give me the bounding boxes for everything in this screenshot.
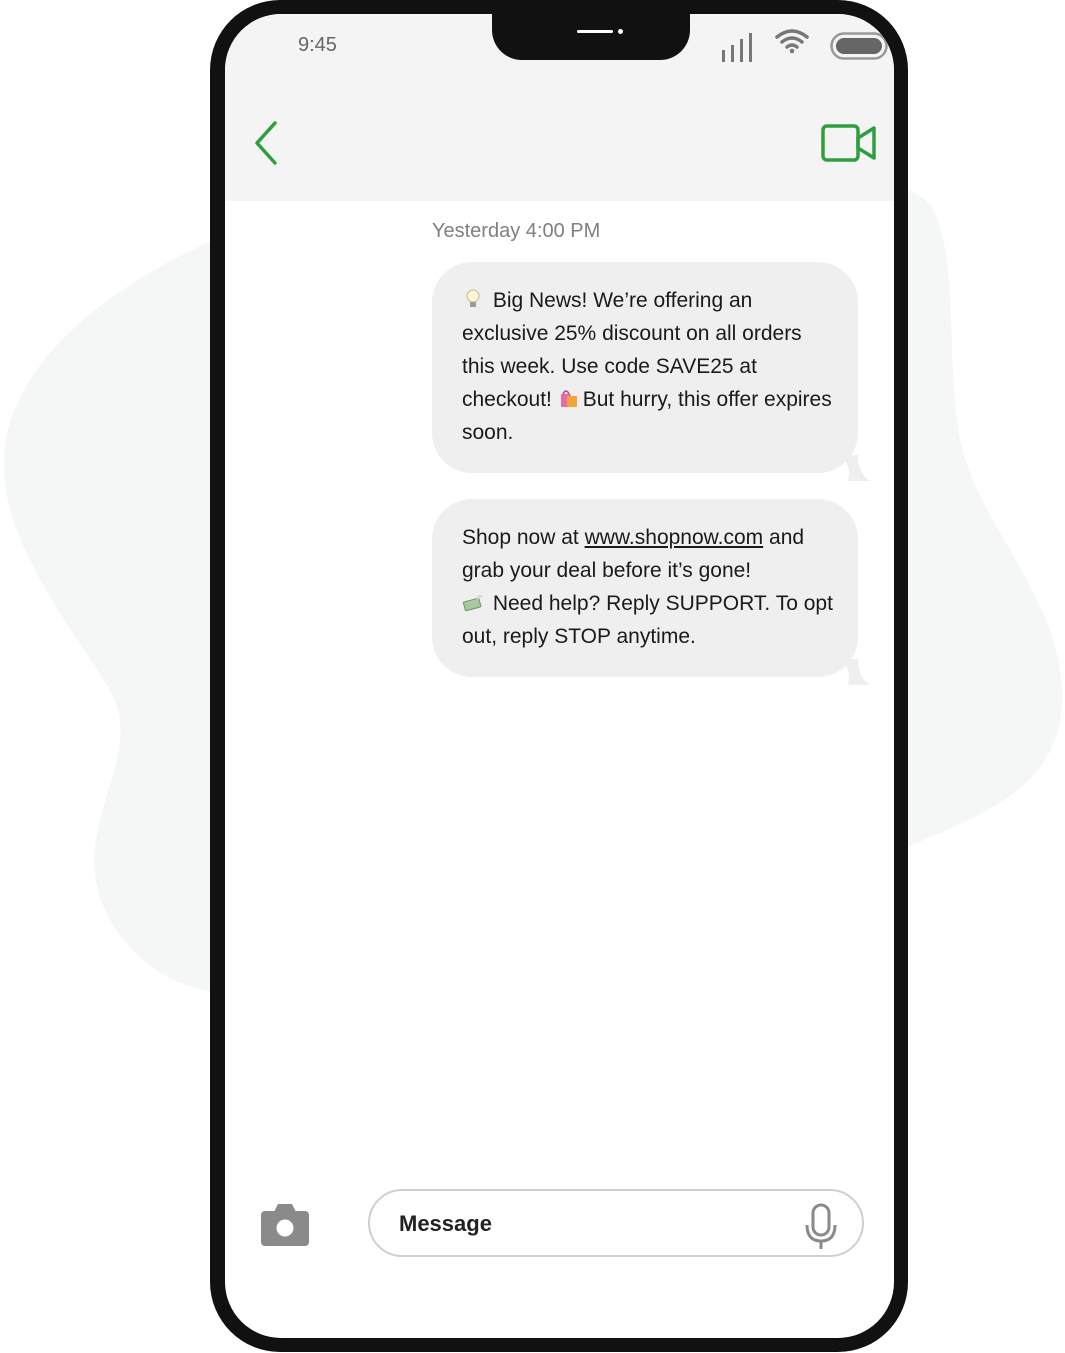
message-bubble[interactable]: Shop now at www.shopnow.com and grab you… xyxy=(432,499,870,685)
notch xyxy=(492,14,690,60)
video-camera-icon xyxy=(821,124,876,162)
message-text: Shop now at xyxy=(462,526,585,549)
signal-icon xyxy=(722,33,752,62)
money-with-wings-icon xyxy=(462,595,483,612)
shopping-bags-icon xyxy=(560,390,577,407)
back-button[interactable] xyxy=(253,120,279,171)
phone-frame: 9:45 Yesterday 4:00 PM Big News! We’re o… xyxy=(210,0,908,1352)
front-camera-dot xyxy=(618,29,623,34)
chevron-left-icon xyxy=(255,121,277,165)
message-text: Need help? Reply SUPPORT. To opt out, re… xyxy=(462,592,833,648)
message-timestamp: Yesterday 4:00 PM xyxy=(432,220,601,242)
microphone-icon xyxy=(805,1203,837,1249)
top-bar: 9:45 xyxy=(225,14,894,201)
bubble-tail xyxy=(840,455,870,481)
speaker-grille xyxy=(577,30,613,33)
camera-icon xyxy=(261,1204,309,1246)
video-call-button[interactable] xyxy=(821,124,877,167)
shop-link[interactable]: www.shopnow.com xyxy=(585,526,764,549)
wifi-icon xyxy=(775,29,809,54)
phone-screen: 9:45 Yesterday 4:00 PM Big News! We’re o… xyxy=(225,14,894,1338)
camera-button[interactable] xyxy=(260,1203,310,1252)
light-bulb-icon xyxy=(466,289,480,307)
battery-icon xyxy=(830,32,888,60)
message-input[interactable] xyxy=(397,1205,781,1243)
bubble-tail xyxy=(840,659,870,685)
microphone-button[interactable] xyxy=(803,1203,839,1256)
message-bubble[interactable]: Big News! We’re offering an exclusive 25… xyxy=(432,262,870,481)
message-input-container[interactable] xyxy=(368,1189,864,1257)
status-time: 9:45 xyxy=(298,34,337,56)
